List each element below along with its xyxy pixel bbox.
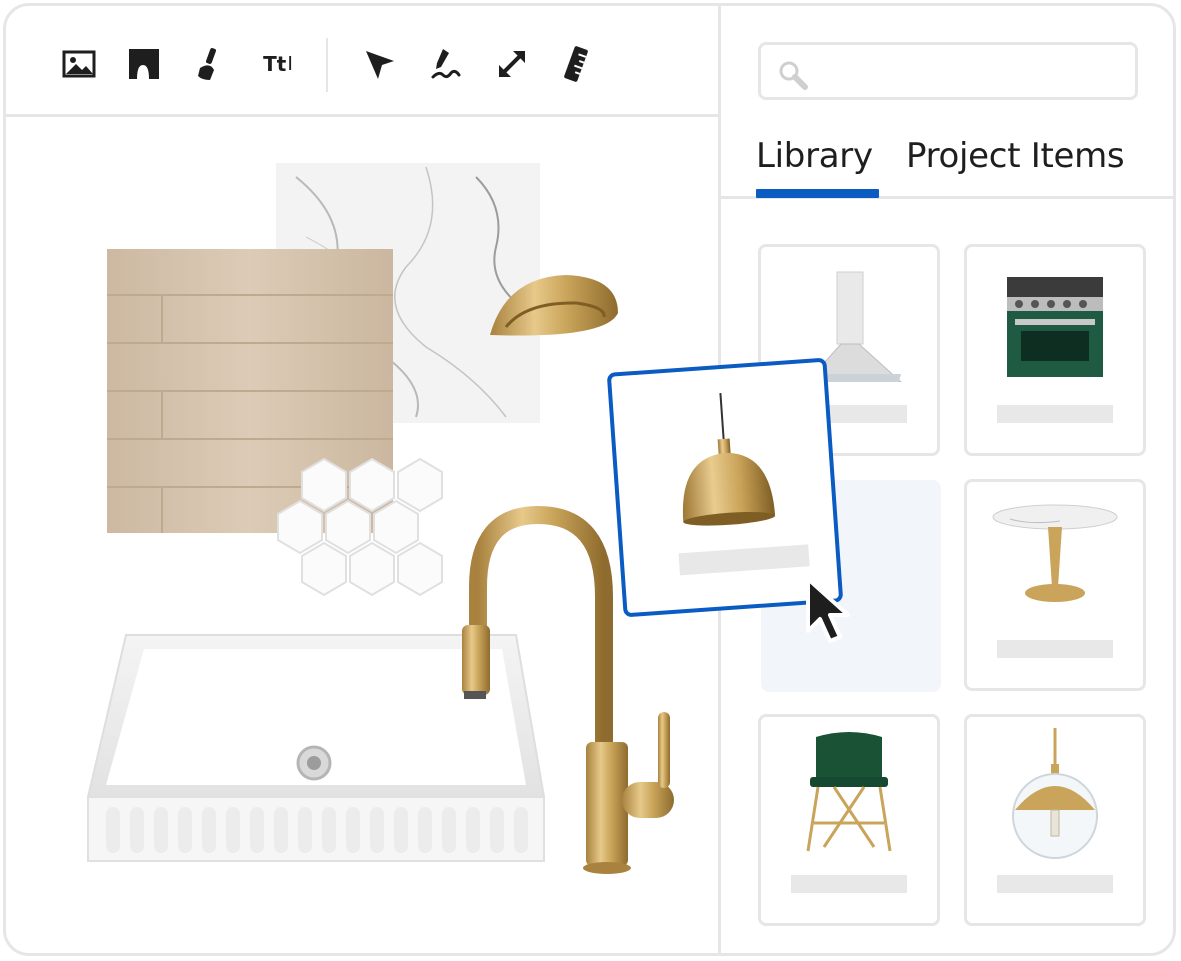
moodboard-canvas[interactable]	[6, 117, 718, 953]
brass-dome-pendant-icon	[682, 393, 776, 526]
tab-library[interactable]: Library	[756, 136, 873, 176]
ruler-icon	[564, 46, 588, 82]
search-input[interactable]	[817, 55, 1121, 89]
pointer-arrow-icon	[366, 51, 394, 79]
paintbrush-icon	[198, 48, 216, 80]
mouse-cursor-icon	[806, 577, 850, 643]
text-icon: Tt	[263, 52, 287, 76]
library-item-range-oven[interactable]	[964, 244, 1146, 456]
pen-scribble-icon	[431, 49, 461, 79]
marble-tulip-table-icon	[992, 504, 1118, 602]
shape-tool-button[interactable]	[126, 46, 162, 82]
image-tool-button[interactable]	[61, 46, 97, 82]
hexagon-tile-sample[interactable]	[277, 457, 443, 597]
arch-shape-icon	[129, 49, 159, 79]
globe-pendant-light-icon	[1012, 728, 1098, 859]
item-label-placeholder	[997, 405, 1113, 423]
text-tool-button[interactable]: Tt I	[258, 46, 298, 82]
green-range-oven-icon	[1007, 277, 1103, 377]
item-label-placeholder	[791, 875, 907, 893]
library-item-tulip-table[interactable]	[964, 479, 1146, 691]
search-icon	[779, 61, 808, 90]
item-label-placeholder	[997, 640, 1113, 658]
diagonal-resize-icon	[499, 51, 525, 77]
search-box[interactable]	[758, 42, 1138, 100]
resize-tool-button[interactable]	[494, 46, 530, 82]
app-window: Tt I Library Project Items	[3, 3, 1176, 956]
brush-tool-button[interactable]	[191, 46, 227, 82]
library-item-globe-pendant[interactable]	[964, 714, 1146, 926]
item-label-placeholder	[678, 544, 810, 576]
active-tab-indicator	[756, 189, 879, 198]
item-label-placeholder	[997, 875, 1113, 893]
text-cursor-glyph: I	[287, 52, 293, 75]
select-tool-button[interactable]	[361, 46, 397, 82]
green-bar-stool-icon	[806, 732, 892, 852]
tab-bar: Library Project Items	[721, 124, 1173, 199]
draw-tool-button[interactable]	[428, 46, 464, 82]
image-icon	[62, 50, 96, 78]
toolbar-separator	[326, 38, 328, 92]
measure-tool-button[interactable]	[558, 46, 594, 82]
tab-project-items[interactable]: Project Items	[906, 136, 1125, 176]
library-item-bar-stool[interactable]	[758, 714, 940, 926]
toolbar: Tt I	[6, 6, 718, 117]
